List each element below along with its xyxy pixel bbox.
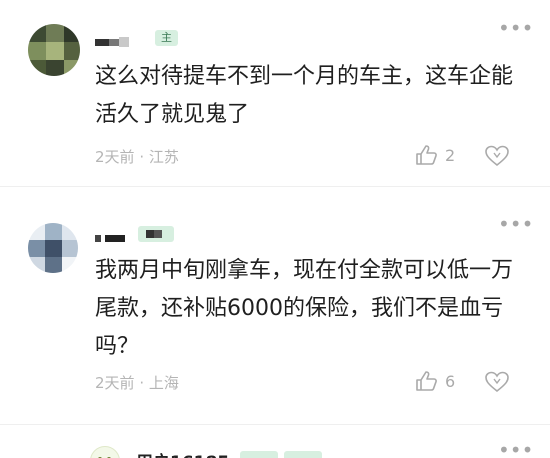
comment-meta: 2天前 · 江苏 [95, 148, 179, 166]
comment-text: 我两月中旬刚拿车，现在付全款可以低一万尾款，还补贴6000的保险，我们不是血亏吗… [95, 258, 514, 359]
like-count: 2 [445, 145, 456, 165]
badge-tag [284, 451, 322, 458]
badge-tag [240, 451, 278, 458]
more-options-icon[interactable]: ••• [498, 214, 533, 234]
like-count: 6 [445, 371, 456, 391]
comment-item: 主 ••• 这么对待提车不到一个月的车主，这车企能活久了就见鬼了 2天前 · 江… [0, 0, 550, 185]
username[interactable]: 用户16185 [136, 448, 229, 458]
thumbs-up-icon [416, 145, 437, 165]
comment-meta: 2天前 · 上海 [95, 374, 179, 392]
comment-item-partial: 用户16185 ••• [0, 424, 550, 458]
more-options-icon[interactable]: ••• [498, 18, 533, 38]
comment-time: 2天前 [95, 148, 135, 166]
avatar[interactable] [28, 223, 78, 273]
comment-location: 上海 [148, 374, 179, 392]
thumbs-up-icon [416, 371, 437, 391]
comment-time: 2天前 [95, 374, 135, 392]
username-redacted[interactable] [95, 232, 135, 244]
comment-item: ••• 我两月中旬刚拿车，现在付全款可以低一万尾款，还补贴6000的保险，我们不… [0, 186, 550, 434]
heart-icon[interactable] [484, 145, 510, 167]
more-options-icon[interactable]: ••• [498, 440, 533, 458]
badge-tag [138, 226, 174, 242]
heart-icon[interactable] [484, 371, 510, 393]
avatar[interactable] [90, 446, 120, 458]
badge-tag: 主 [155, 30, 178, 46]
comment-text: 这么对待提车不到一个月的车主，这车企能活久了就见鬼了 [95, 64, 514, 127]
comment-location: 江苏 [148, 148, 179, 166]
like-button[interactable]: 6 [415, 370, 455, 392]
username-redacted[interactable] [95, 36, 135, 48]
like-button[interactable]: 2 [415, 144, 455, 166]
avatar[interactable] [28, 24, 80, 76]
